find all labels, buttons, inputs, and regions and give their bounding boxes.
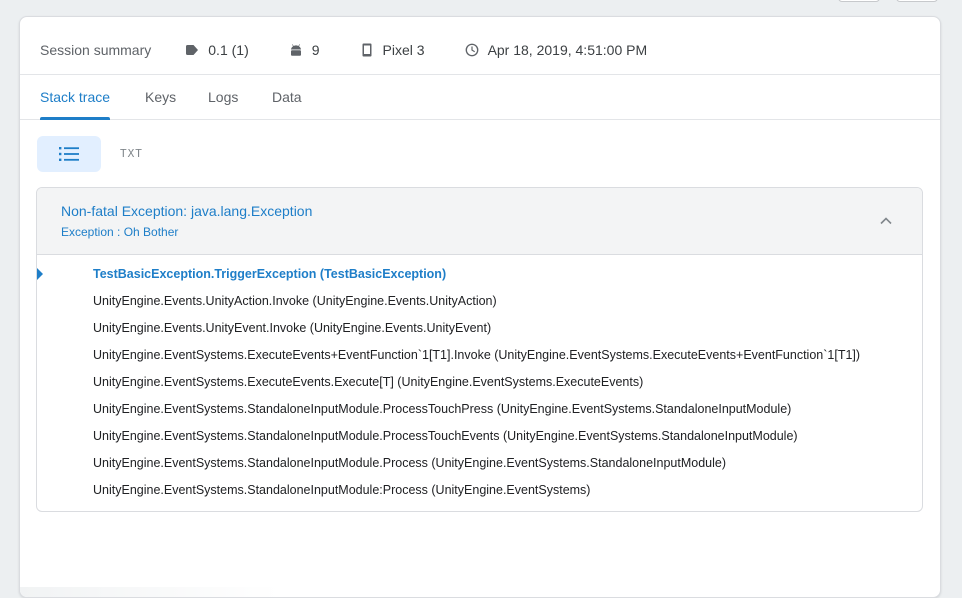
tag-icon: [186, 44, 199, 55]
stack-frame[interactable]: UnityEngine.EventSystems.StandaloneInput…: [37, 423, 922, 450]
stack-frame[interactable]: UnityEngine.EventSystems.ExecuteEvents+E…: [37, 342, 922, 369]
top-button-right[interactable]: [896, 0, 938, 2]
current-frame-marker-icon: [37, 268, 43, 280]
top-button-left[interactable]: [838, 0, 880, 2]
stack-frame[interactable]: UnityEngine.Events.UnityAction.Invoke (U…: [37, 288, 922, 315]
stack-frame[interactable]: UnityEngine.EventSystems.StandaloneInput…: [37, 477, 922, 504]
version-item: 0.1 (1): [185, 41, 249, 58]
device-item: Pixel 3: [360, 42, 425, 58]
stack-frame-text: UnityEngine.EventSystems.ExecuteEvents+E…: [93, 348, 861, 362]
phone-icon: [362, 43, 372, 56]
android-icon: [290, 43, 301, 56]
stack-frame-text: UnityEngine.EventSystems.StandaloneInput…: [93, 429, 798, 443]
tab-data[interactable]: Data: [272, 75, 302, 119]
stack-frame[interactable]: UnityEngine.EventSystems.StandaloneInput…: [37, 450, 922, 477]
device-value: Pixel 3: [382, 41, 425, 58]
stack-frames: TestBasicException.TriggerException (Tes…: [37, 261, 922, 504]
exception-header[interactable]: Non-fatal Exception: java.lang.Exception…: [37, 188, 922, 255]
version-value: 0.1 (1): [208, 41, 249, 58]
stack-frame-text: UnityEngine.Events.UnityAction.Invoke (U…: [93, 294, 497, 308]
stack-frame-text: UnityEngine.EventSystems.StandaloneInput…: [93, 402, 792, 416]
txt-view-toggle[interactable]: TXT: [120, 147, 143, 160]
stack-frame[interactable]: UnityEngine.Events.UnityEvent.Invoke (Un…: [37, 315, 922, 342]
stack-frame[interactable]: TestBasicException.TriggerException (Tes…: [37, 261, 922, 288]
clock-icon: [465, 43, 478, 56]
tab-stack-trace[interactable]: Stack trace: [40, 75, 111, 120]
timestamp-value: Apr 18, 2019, 4:51:00 PM: [487, 41, 648, 58]
session-summary-label: Session summary: [40, 41, 152, 58]
stack-frame-text: UnityEngine.Events.UnityEvent.Invoke (Un…: [93, 321, 492, 335]
exception-subtitle: Exception : Oh Bother: [61, 225, 179, 239]
session-card: Session summary 0.1 (1) 9 Pixel 3 Apr 18…: [19, 16, 941, 598]
chevron-up-icon[interactable]: [878, 213, 894, 229]
api-level-value: 9: [311, 41, 320, 58]
stack-frame-text: UnityEngine.EventSystems.ExecuteEvents.E…: [93, 375, 644, 389]
timestamp-item: Apr 18, 2019, 4:51:00 PM: [465, 41, 648, 58]
tab-logs[interactable]: Logs: [208, 75, 238, 119]
tab-keys[interactable]: Keys: [145, 75, 176, 119]
exception-title: Non-fatal Exception: java.lang.Exception: [61, 203, 313, 219]
bottom-shadow: [20, 587, 280, 597]
exception-panel: Non-fatal Exception: java.lang.Exception…: [36, 187, 923, 512]
tab-bar: Stack trace Keys Logs Data: [20, 75, 940, 120]
session-summary-bar: Session summary 0.1 (1) 9 Pixel 3 Apr 18…: [20, 25, 940, 75]
stack-frame-text: TestBasicException.TriggerException (Tes…: [93, 267, 447, 281]
list-view-toggle[interactable]: [37, 136, 101, 172]
stack-frame-text: UnityEngine.EventSystems.StandaloneInput…: [93, 456, 726, 470]
stack-frame-text: UnityEngine.EventSystems.StandaloneInput…: [93, 483, 591, 497]
stack-frame[interactable]: UnityEngine.EventSystems.StandaloneInput…: [37, 396, 922, 423]
stack-frame[interactable]: UnityEngine.EventSystems.ExecuteEvents.E…: [37, 369, 922, 396]
list-icon: [59, 147, 79, 161]
api-level-item: 9: [289, 42, 320, 58]
